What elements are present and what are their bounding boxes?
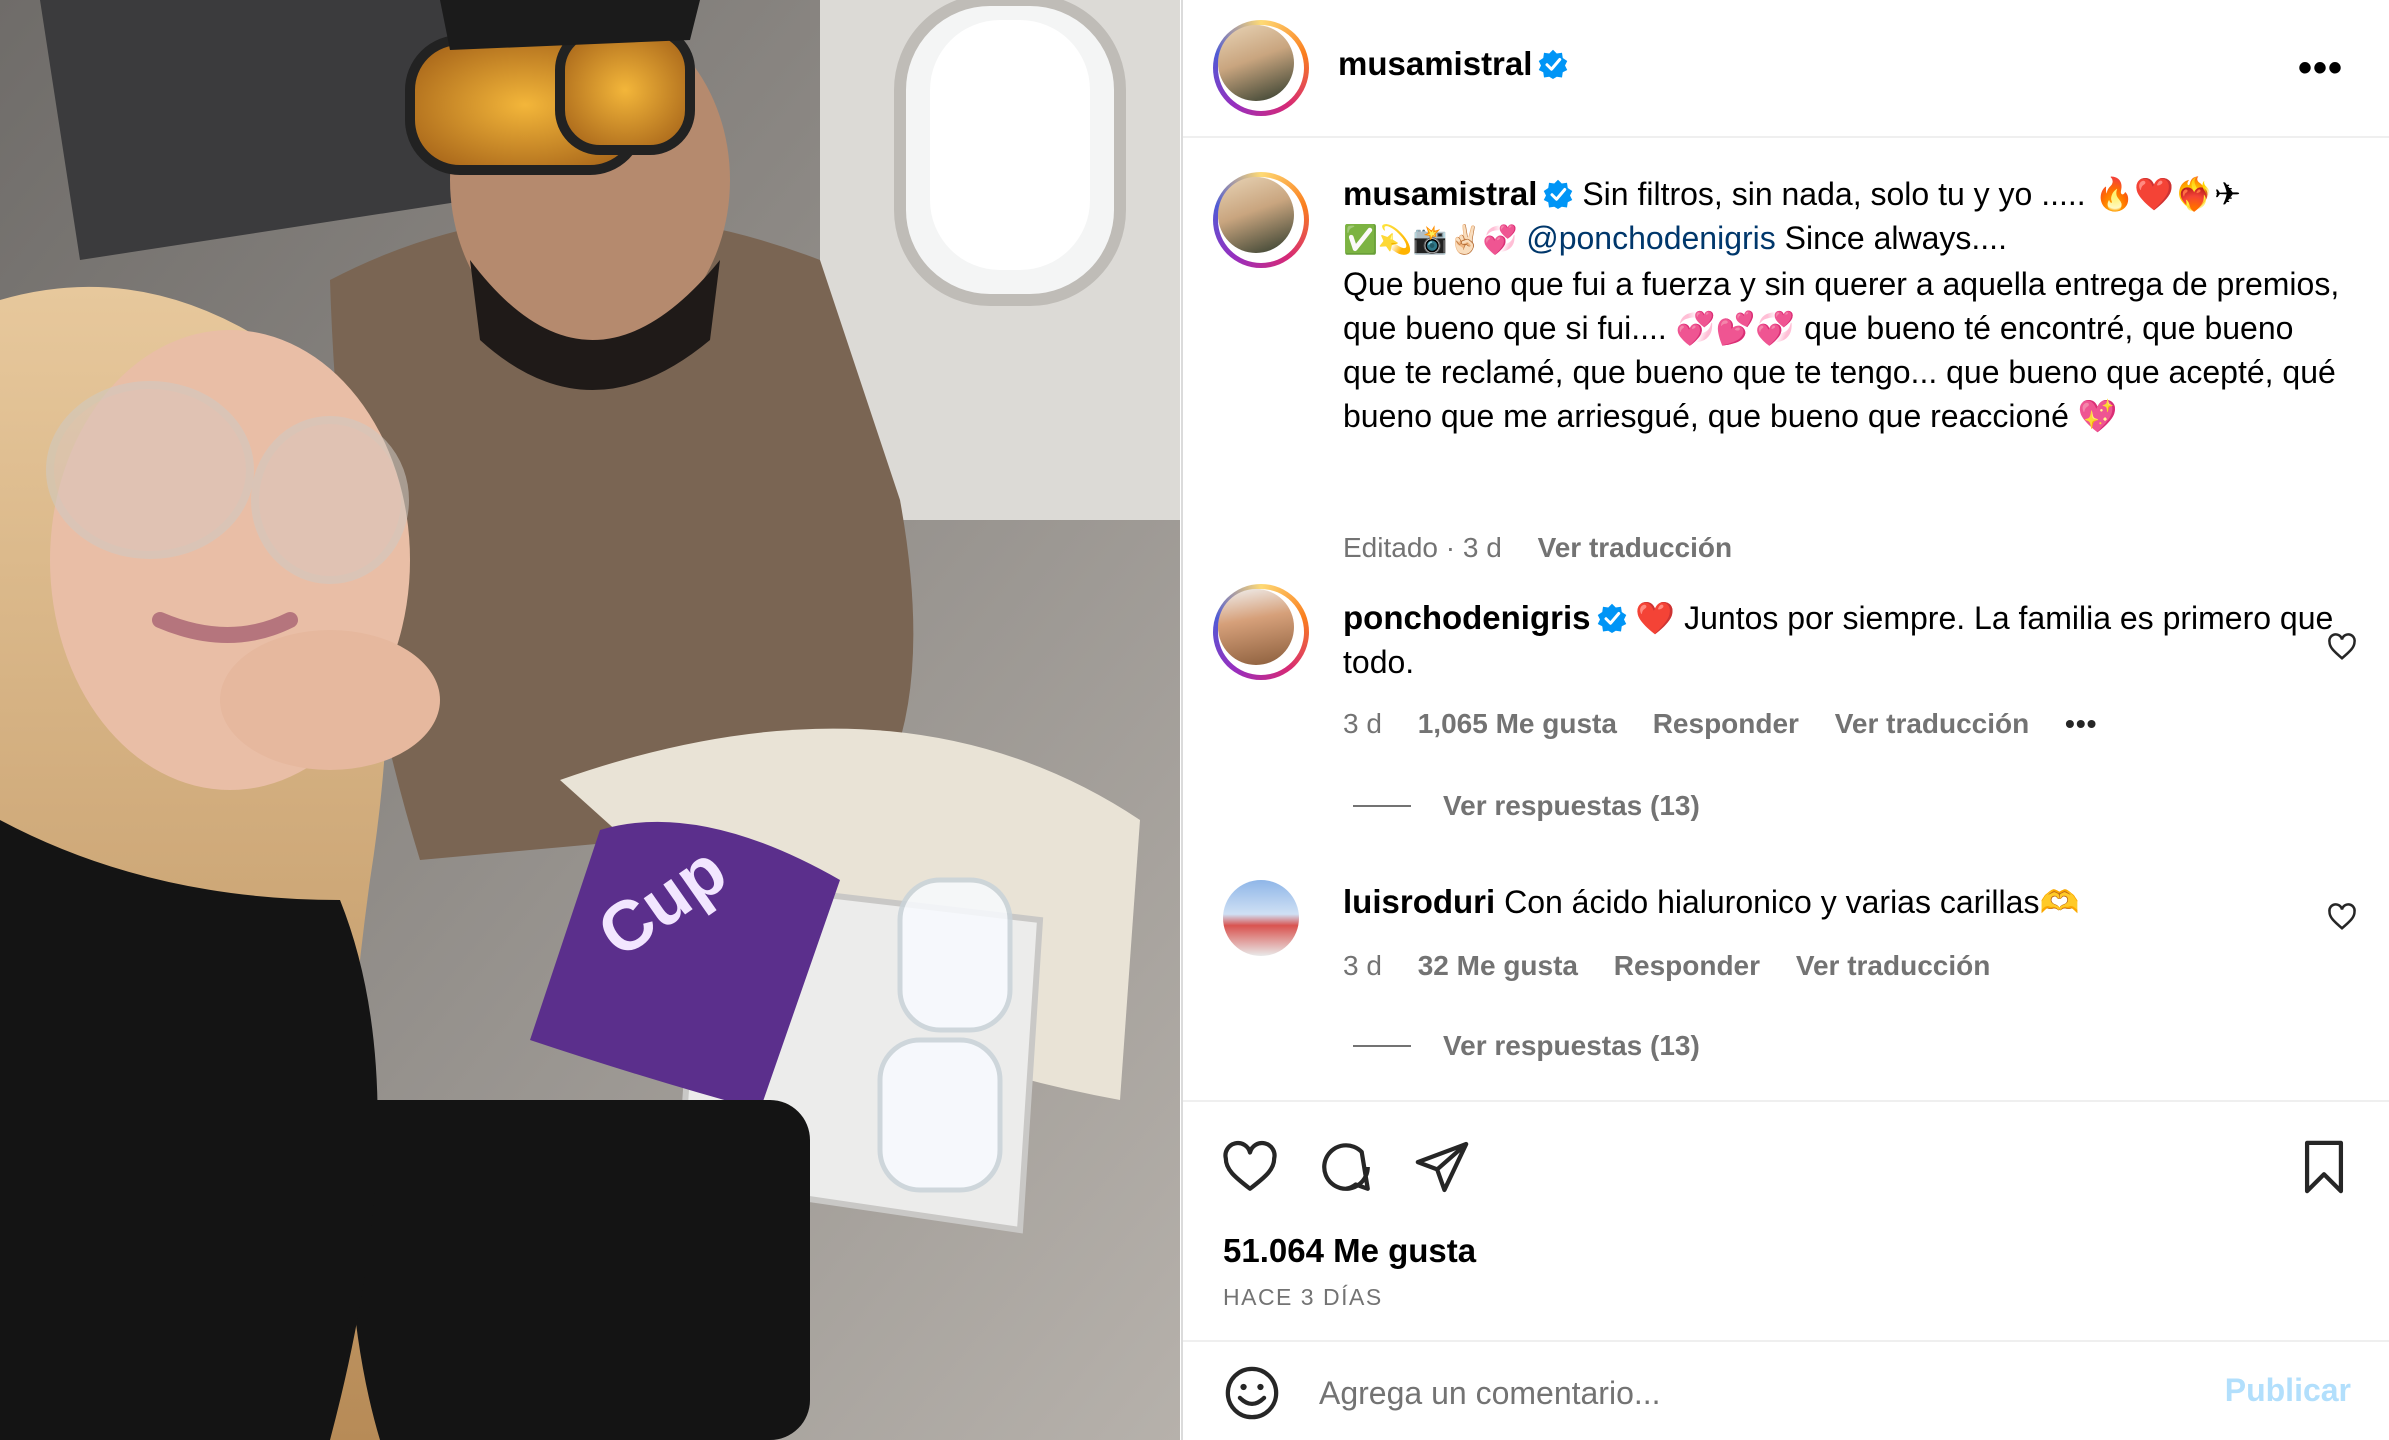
caption-mention-link[interactable]: @ponchodenigris: [1526, 220, 1776, 256]
comment-reply-button[interactable]: Responder: [1614, 950, 1760, 981]
comment-age: 3 d: [1343, 950, 1382, 981]
comment-translate-link[interactable]: Ver traducción: [1835, 708, 2030, 739]
comment-body: Con ácido hialuronico y varias carillas🫶: [1504, 884, 2080, 920]
comment-reply-button[interactable]: Responder: [1653, 708, 1799, 739]
view-replies-button[interactable]: Ver respuestas (13): [1353, 790, 1700, 822]
post-image[interactable]: Cup: [0, 0, 1180, 1440]
caption-line-2: Since always....: [1775, 220, 2007, 256]
commenter-avatar[interactable]: [1213, 584, 1309, 680]
publish-button[interactable]: Publicar: [2225, 1372, 2351, 1409]
comment-age: 3 d: [1343, 708, 1382, 739]
caption-body: Que bueno que fui a fuerza y sin querer …: [1343, 266, 2340, 434]
comment-icon[interactable]: [1317, 1138, 1375, 1196]
author-avatar[interactable]: [1213, 20, 1309, 116]
verified-badge-icon: [1544, 179, 1573, 209]
comment-translate-link[interactable]: Ver traducción: [1796, 950, 1991, 981]
comment-text: ponchodenigris ❤️ Juntos por siempre. La…: [1343, 596, 2343, 684]
caption-translate-link[interactable]: Ver traducción: [1538, 532, 1733, 563]
view-replies-button[interactable]: Ver respuestas (13): [1353, 1030, 1700, 1062]
post-side-panel: musamistral ••• musamistral Sin filtros,…: [1181, 0, 2389, 1440]
comment-likes[interactable]: 32 Me gusta: [1418, 950, 1578, 981]
author-username[interactable]: musamistral: [1338, 45, 1532, 82]
likes-count[interactable]: 51.064 Me gusta: [1223, 1232, 1476, 1270]
caption-meta: Editado · 3 d Ver traducción: [1343, 532, 1760, 564]
commenter-username[interactable]: ponchodenigris: [1343, 599, 1591, 636]
emoji-icon[interactable]: [1223, 1364, 1281, 1422]
commenter-username[interactable]: luisroduri: [1343, 883, 1495, 920]
caption-edited-time: Editado · 3 d: [1343, 532, 1502, 563]
comment-like-heart-icon[interactable]: [2327, 902, 2357, 932]
bookmark-icon[interactable]: [2295, 1138, 2353, 1196]
view-replies-label: Ver respuestas (13): [1443, 790, 1700, 821]
post-photo-illustration: Cup: [0, 0, 1180, 1440]
view-replies-label: Ver respuestas (13): [1443, 1030, 1700, 1061]
comment-meta: 3 d 1,065 Me gusta Responder Ver traducc…: [1343, 708, 2125, 740]
comment-input[interactable]: [1319, 1368, 2139, 1418]
caption-line-1: Sin filtros, sin nada, solo tu y yo ....…: [1582, 176, 2241, 212]
post-time: HACE 3 DÍAS: [1223, 1284, 1383, 1310]
comment-text: luisroduri Con ácido hialuronico y varia…: [1343, 880, 2343, 924]
caption-emojis: ✅💫📸✌🏻💞: [1343, 223, 1518, 256]
like-heart-icon[interactable]: [1221, 1138, 1279, 1196]
post-actions: 51.064 Me gusta HACE 3 DÍAS: [1183, 1100, 2389, 1340]
verified-badge-icon: [1597, 603, 1626, 633]
replies-divider: [1353, 1045, 1411, 1047]
caption-author-avatar[interactable]: [1213, 172, 1309, 268]
comment-more-icon[interactable]: •••: [2065, 708, 2097, 739]
commenter-avatar[interactable]: [1223, 880, 1299, 956]
caption-username[interactable]: musamistral: [1343, 175, 1537, 212]
share-icon[interactable]: [1413, 1138, 1471, 1196]
comments-section: musamistral Sin filtros, sin nada, solo …: [1183, 140, 2389, 1100]
verified-badge-icon: [1539, 49, 1568, 79]
post-header: musamistral •••: [1183, 0, 2389, 138]
comment-meta: 3 d 32 Me gusta Responder Ver traducción: [1343, 950, 2018, 982]
add-comment-bar: Publicar: [1183, 1340, 2389, 1440]
comment-like-heart-icon[interactable]: [2327, 632, 2357, 662]
comment-likes[interactable]: 1,065 Me gusta: [1418, 708, 1617, 739]
replies-divider: [1353, 805, 1411, 807]
more-options-icon[interactable]: •••: [2298, 48, 2343, 88]
caption-text: musamistral Sin filtros, sin nada, solo …: [1343, 172, 2343, 438]
